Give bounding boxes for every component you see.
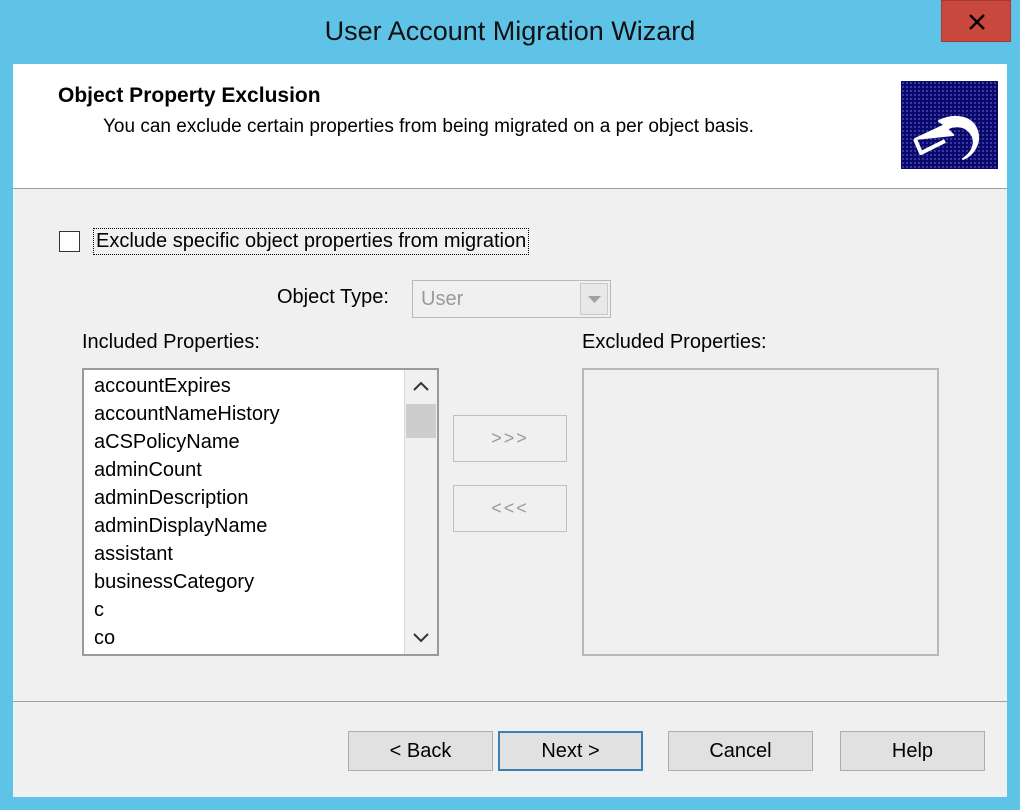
included-properties-label: Included Properties: (82, 331, 260, 353)
list-item[interactable]: assistant (94, 543, 173, 566)
title-bar: User Account Migration Wizard (0, 0, 1020, 64)
exclude-properties-checkbox[interactable] (59, 231, 80, 252)
list-item[interactable]: adminDisplayName (94, 515, 267, 538)
excluded-properties-label: Excluded Properties: (582, 331, 767, 353)
cancel-button[interactable]: Cancel (668, 731, 813, 771)
footer-divider (13, 701, 1007, 702)
list-item[interactable]: aCSPolicyName (94, 431, 240, 454)
page-subtitle: You can exclude certain properties from … (103, 116, 754, 137)
scroll-down-button[interactable] (405, 622, 437, 654)
list-item[interactable]: c (94, 599, 104, 622)
back-button[interactable]: < Back (348, 731, 493, 771)
chevron-down-icon (413, 633, 429, 643)
excluded-properties-list[interactable] (582, 368, 939, 656)
migration-arrow-icon (901, 81, 998, 169)
wizard-header: Object Property Exclusion You can exclud… (13, 64, 1007, 189)
list-item[interactable]: adminDescription (94, 487, 249, 510)
exclude-properties-label[interactable]: Exclude specific object properties from … (93, 228, 530, 255)
included-list-scrollbar[interactable] (404, 370, 437, 654)
object-type-value: User (421, 288, 464, 310)
object-type-dropdown-button[interactable] (580, 283, 608, 315)
list-item[interactable]: co (94, 627, 115, 650)
list-item[interactable]: accountNameHistory (94, 403, 280, 426)
remove-from-excluded-button[interactable]: <<< (453, 485, 567, 532)
object-type-select[interactable]: User (412, 280, 611, 318)
close-icon (969, 14, 985, 30)
object-type-label: Object Type: (277, 286, 389, 308)
list-item[interactable]: accountExpires (94, 375, 231, 398)
chevron-up-icon (413, 381, 429, 391)
included-properties-items: accountExpires accountNameHistory aCSPol… (84, 370, 402, 654)
included-properties-list[interactable]: accountExpires accountNameHistory aCSPol… (82, 368, 439, 656)
next-button[interactable]: Next > (498, 731, 643, 771)
scroll-up-button[interactable] (405, 370, 437, 402)
list-item[interactable]: adminCount (94, 459, 202, 482)
page-title: Object Property Exclusion (58, 84, 321, 107)
chevron-down-icon (588, 296, 601, 303)
add-to-excluded-button[interactable]: >>> (453, 415, 567, 462)
window-title: User Account Migration Wizard (324, 16, 696, 46)
dialog-client-area: Object Property Exclusion You can exclud… (13, 64, 1007, 797)
help-button[interactable]: Help (840, 731, 985, 771)
list-item[interactable]: businessCategory (94, 571, 254, 594)
close-button[interactable] (941, 0, 1011, 42)
scroll-thumb[interactable] (406, 404, 436, 438)
